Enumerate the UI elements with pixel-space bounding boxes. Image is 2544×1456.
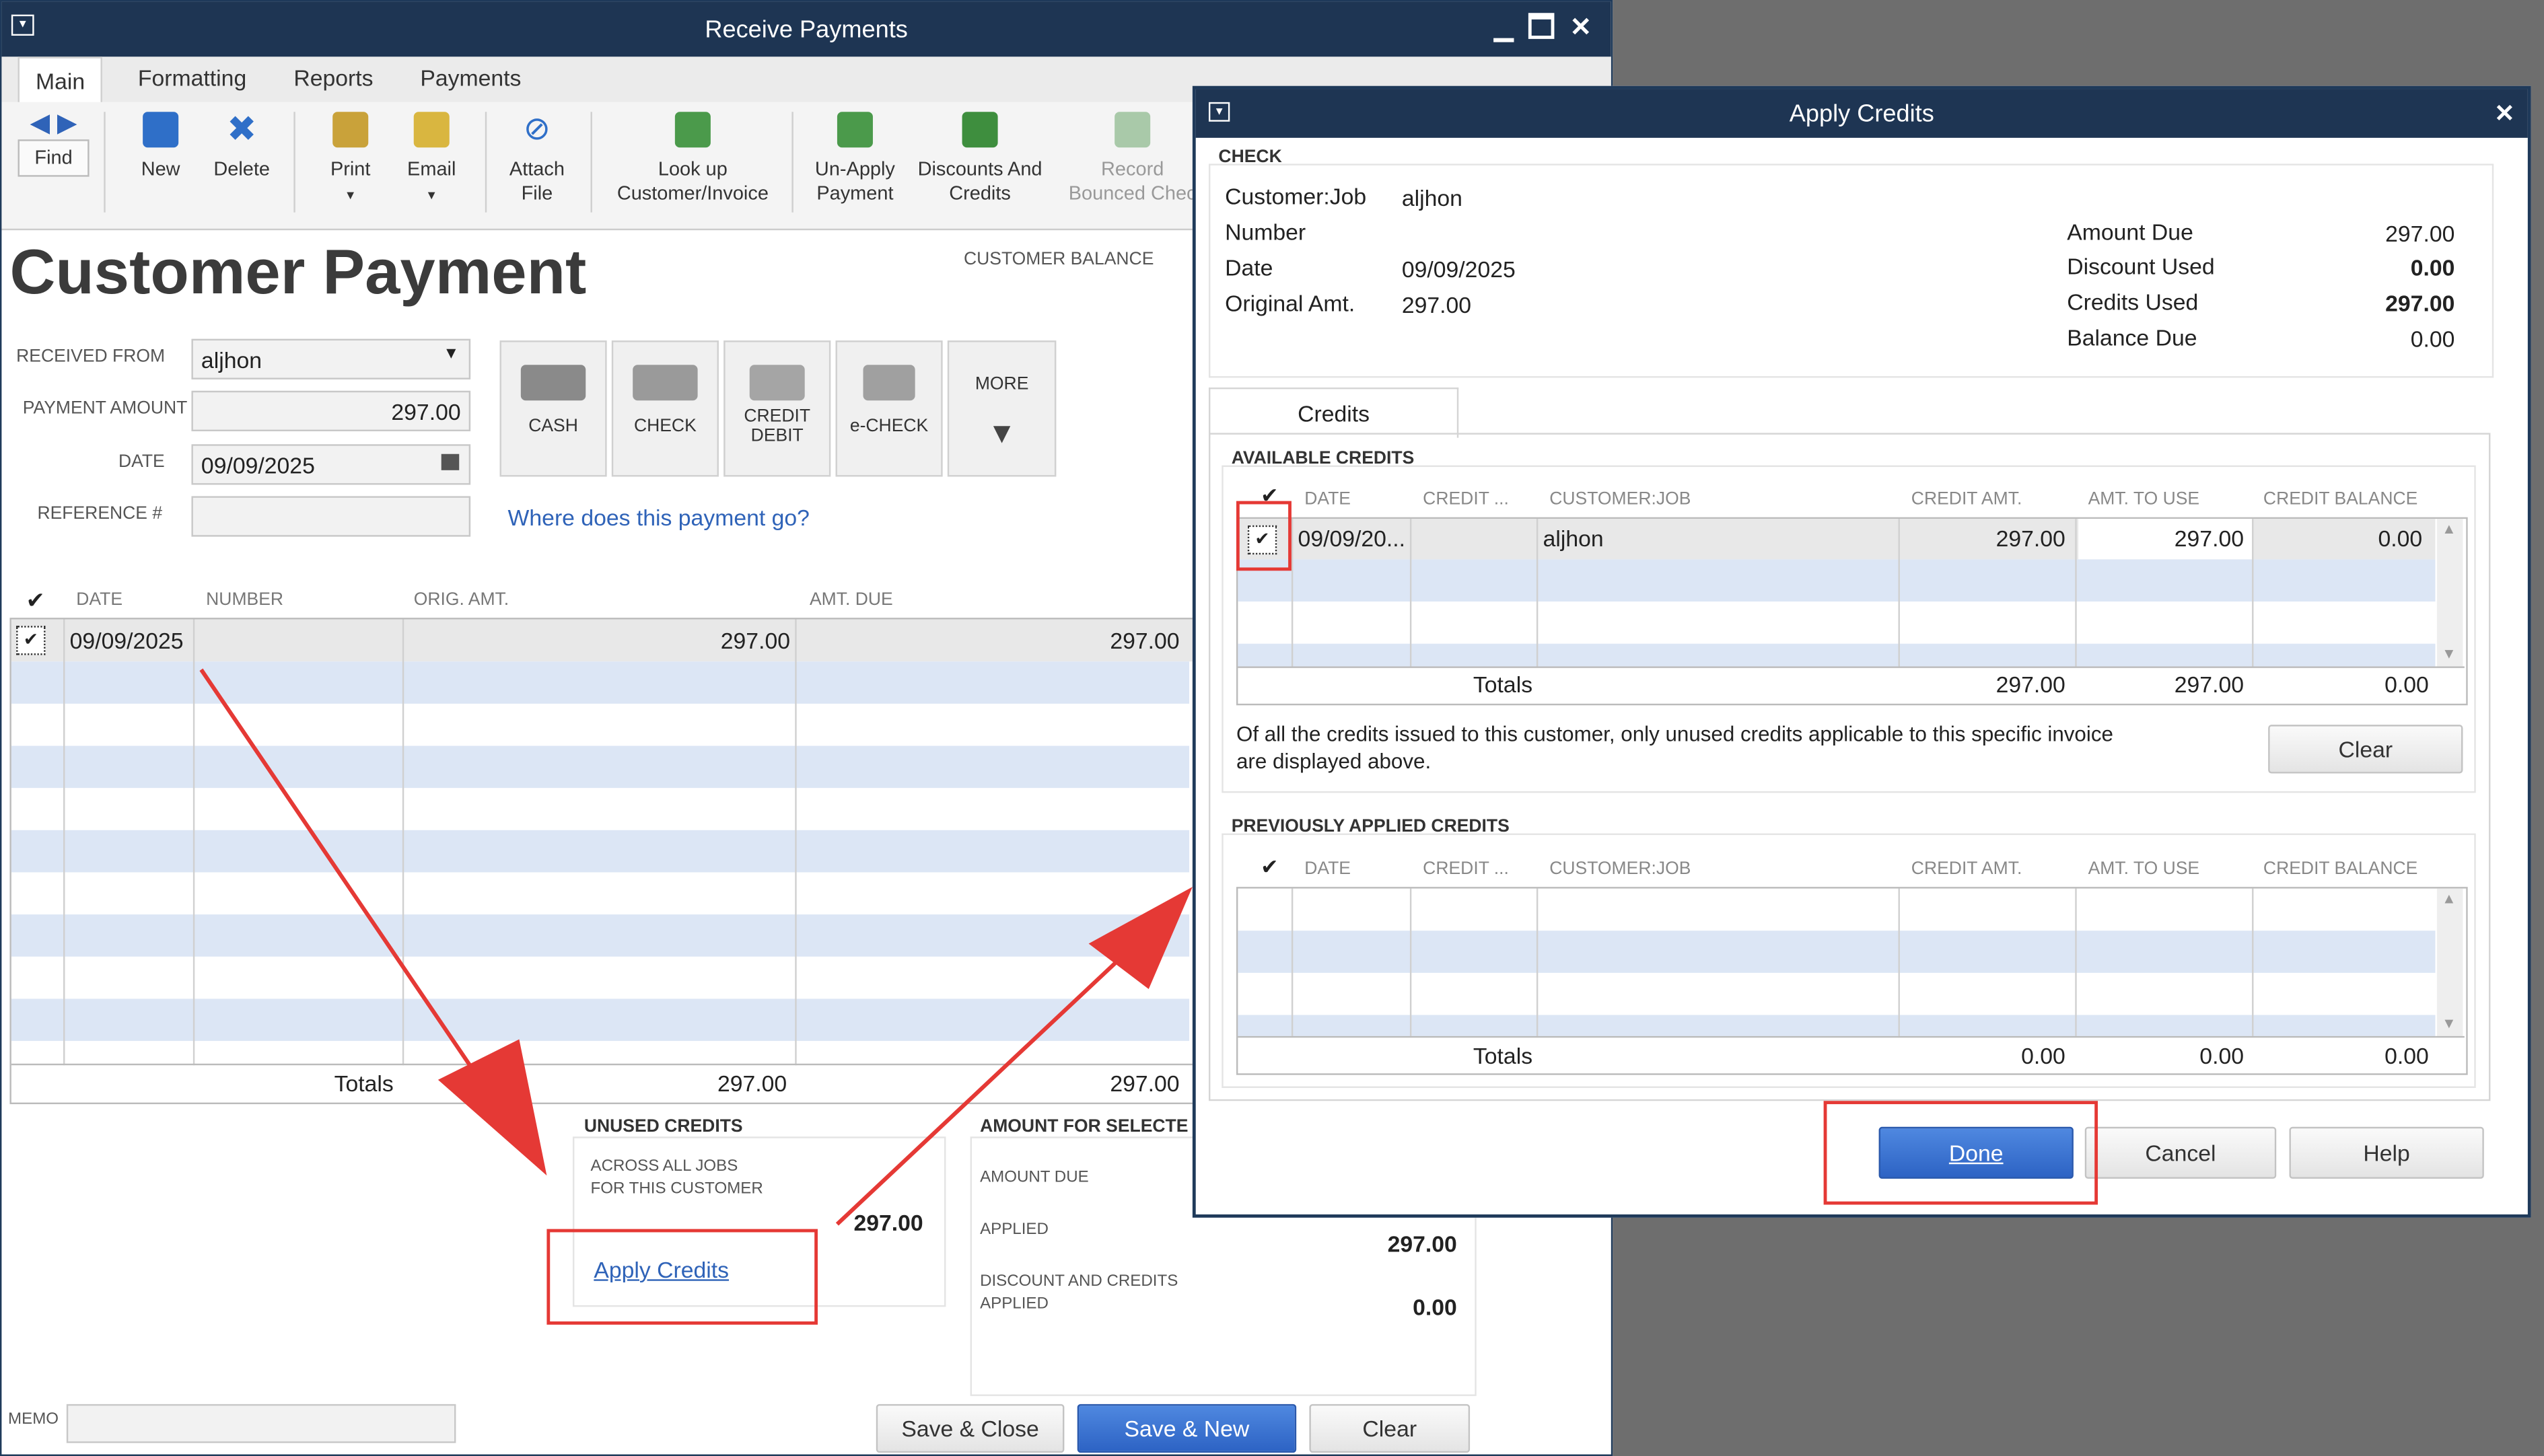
arrow-line-1 [199,668,508,1120]
arrow-head-1 [437,1039,547,1176]
annotation-arrows [199,668,1193,1226]
arrow-line-2 [835,945,1134,1226]
screen: ▾ Receive Payments ▁ ✕ Main Formatting R… [0,0,2544,1456]
